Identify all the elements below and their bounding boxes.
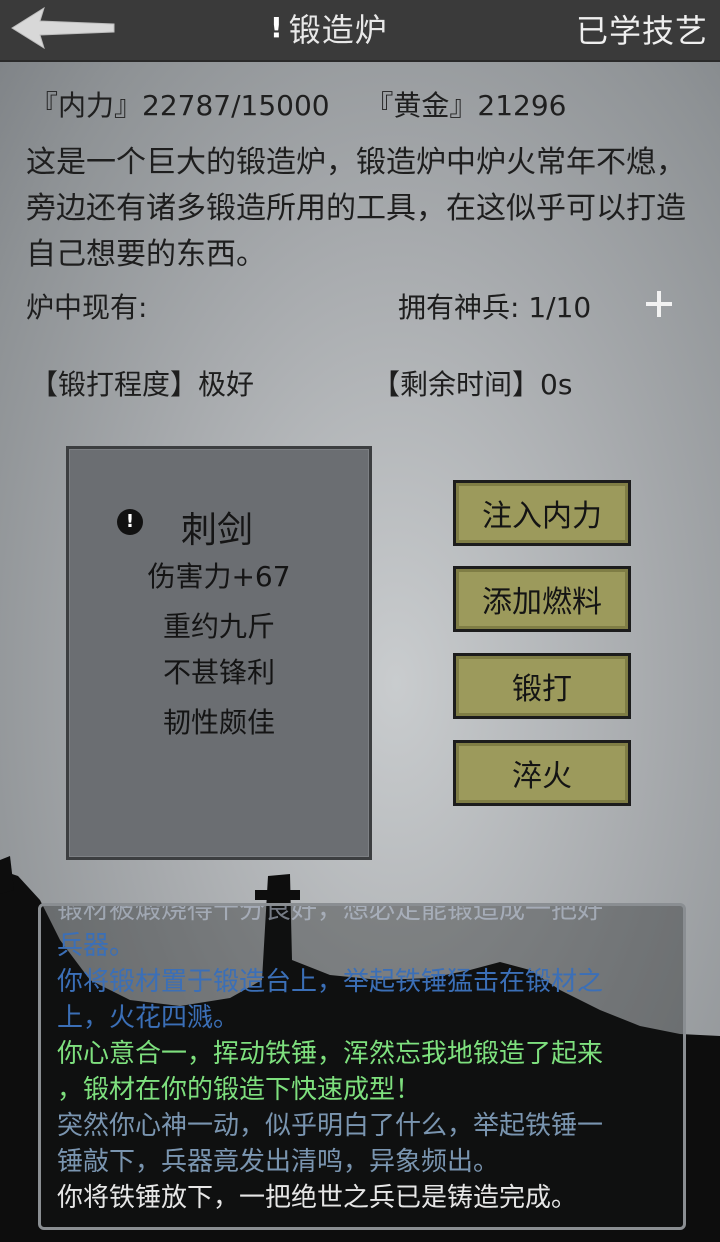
item-alert-icon: ! [117, 509, 143, 535]
item-name: 刺剑 [181, 510, 254, 551]
log-line: 你将锻材置于锻造台上，举起铁锤猛击在锻材之 [57, 967, 604, 997]
weapons-owned-count: 1/10 [528, 291, 592, 324]
add-fuel-button[interactable]: 添加燃料 [453, 566, 631, 632]
log-line: 突然你心神一动，似乎明白了什么，举起铁锤一 [57, 1111, 604, 1141]
gold-label: 『黄金』 [365, 89, 478, 122]
plus-icon[interactable] [644, 289, 674, 319]
inject-neili-button[interactable]: 注入内力 [453, 480, 631, 546]
log-line: 你心意合一，挥动铁锤，浑然忘我地锻造了起来 [57, 1039, 604, 1069]
quench-button[interactable]: 淬火 [453, 740, 631, 806]
weapons-owned-label: 拥有神兵: [398, 291, 520, 324]
item-attribute: 不甚锋利 [162, 656, 275, 689]
forge-level-label: 【锻打程度】 [30, 368, 199, 401]
gold-value: 21296 [477, 89, 567, 122]
hammer-button[interactable]: 锻打 [453, 653, 631, 719]
log-line: 兵器。 [57, 931, 136, 961]
weapons-owned: 拥有神兵: 1/10 [398, 286, 591, 326]
remaining-time-value: 0s [540, 368, 573, 401]
log-line: 锻材被煅烧得十分良好，想必定能锻造成一把好 [57, 903, 604, 925]
item-attribute: 伤害力+67 [147, 560, 291, 593]
neili-label: 『内力』 [30, 89, 143, 122]
log-line: 你将铁锤放下，一把绝世之兵已是铸造完成。 [57, 1183, 578, 1213]
log-line: 锤敲下，兵器竟发出清鸣，异象频出。 [57, 1147, 500, 1177]
learned-skills-button[interactable]: 已学技艺 [576, 6, 708, 52]
alert-icon: ! [270, 11, 283, 44]
forge-level: 【锻打程度】极好 [30, 363, 254, 403]
remaining-time-label: 【剩余时间】 [372, 368, 541, 401]
top-bar: ! 锻造炉 已学技艺 [0, 0, 720, 62]
item-attribute: 重约九斤 [162, 610, 275, 643]
remaining-time: 【剩余时间】0s [372, 363, 572, 403]
forged-item-card[interactable]: ! 刺剑 伤害力+67 重约九斤 不甚锋利 韧性颇佳 [66, 446, 372, 860]
log-line: ，锻材在你的锻造下快速成型！ [57, 1075, 422, 1105]
event-log-lines: 锻材被煅烧得十分良好，想必定能锻造成一把好兵器。你将锻材置于锻造台上，举起铁锤猛… [57, 903, 677, 1216]
resource-stats: 『内力』22787/15000 『黄金』21296 [30, 84, 567, 124]
title-group: ! 锻造炉 [270, 6, 388, 50]
page-title: 锻造炉 [288, 11, 388, 49]
log-line: 上，火花四溅。 [57, 1003, 240, 1033]
back-arrow-icon[interactable] [8, 4, 118, 52]
item-attribute: 韧性颇佳 [162, 706, 275, 739]
location-description: 这是一个巨大的锻造炉，锻造炉中炉火常年不熄，旁边还有诸多锻造所用的工具，在这似乎… [26, 145, 686, 272]
neili-value: 22787/15000 [142, 89, 330, 122]
furnace-contents-label: 炉中现有: [26, 291, 148, 324]
forge-level-value: 极好 [198, 368, 255, 401]
event-log[interactable]: 锻材被煅烧得十分良好，想必定能锻造成一把好兵器。你将锻材置于锻造台上，举起铁锤猛… [38, 903, 686, 1230]
